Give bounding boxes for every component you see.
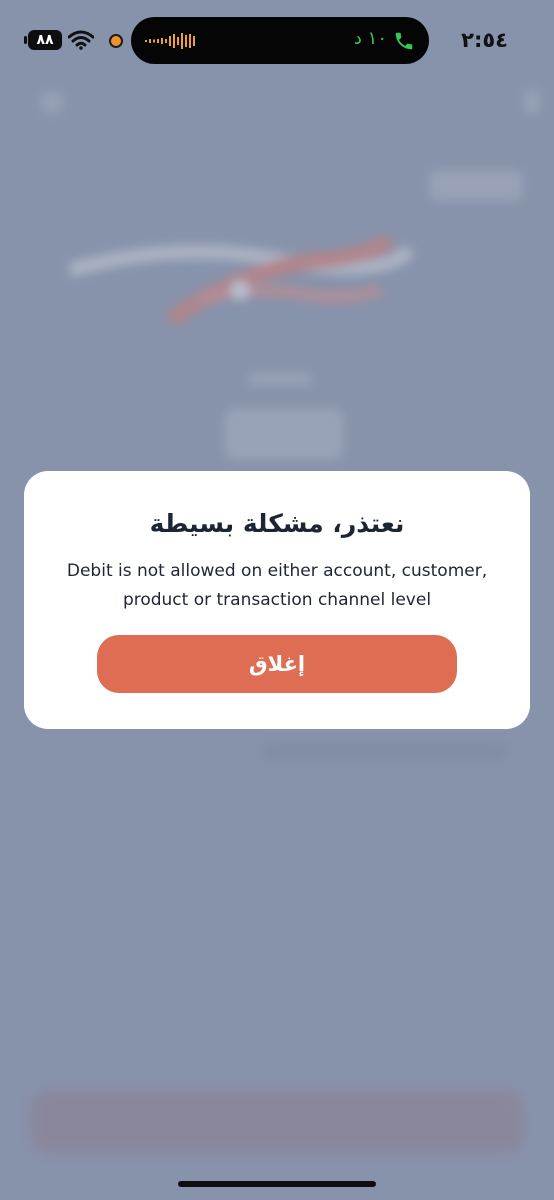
battery-icon: ٨٨ xyxy=(24,30,62,50)
background-label xyxy=(248,372,312,386)
back-icon xyxy=(40,90,64,114)
status-bar: ٨٨ ١٠ د ٢:٥٤ xyxy=(0,0,554,84)
phone-icon xyxy=(395,32,413,50)
background-text-line xyxy=(262,744,508,758)
wifi-icon xyxy=(68,30,94,50)
error-dialog: نعتذر، مشكلة بسيطة Debit is not allowed … xyxy=(24,471,530,729)
background-amount xyxy=(224,408,344,460)
dialog-title: نعتذر، مشكلة بسيطة xyxy=(149,509,405,538)
home-indicator[interactable] xyxy=(178,1181,376,1187)
audio-waveform-icon xyxy=(145,33,195,49)
battery-level: ٨٨ xyxy=(36,32,54,48)
background-illustration xyxy=(68,233,415,327)
close-button[interactable]: إغلاق xyxy=(97,635,457,693)
call-duration: ١٠ د xyxy=(353,28,387,49)
dialog-message: Debit is not allowed on either account, … xyxy=(66,561,488,610)
dynamic-island[interactable]: ١٠ د xyxy=(131,17,429,64)
background-title xyxy=(430,170,522,200)
microphone-indicator-icon xyxy=(109,34,123,48)
background-primary-button xyxy=(30,1090,524,1154)
clock: ٢:٥٤ xyxy=(461,28,508,52)
chevron-icon xyxy=(524,90,540,114)
